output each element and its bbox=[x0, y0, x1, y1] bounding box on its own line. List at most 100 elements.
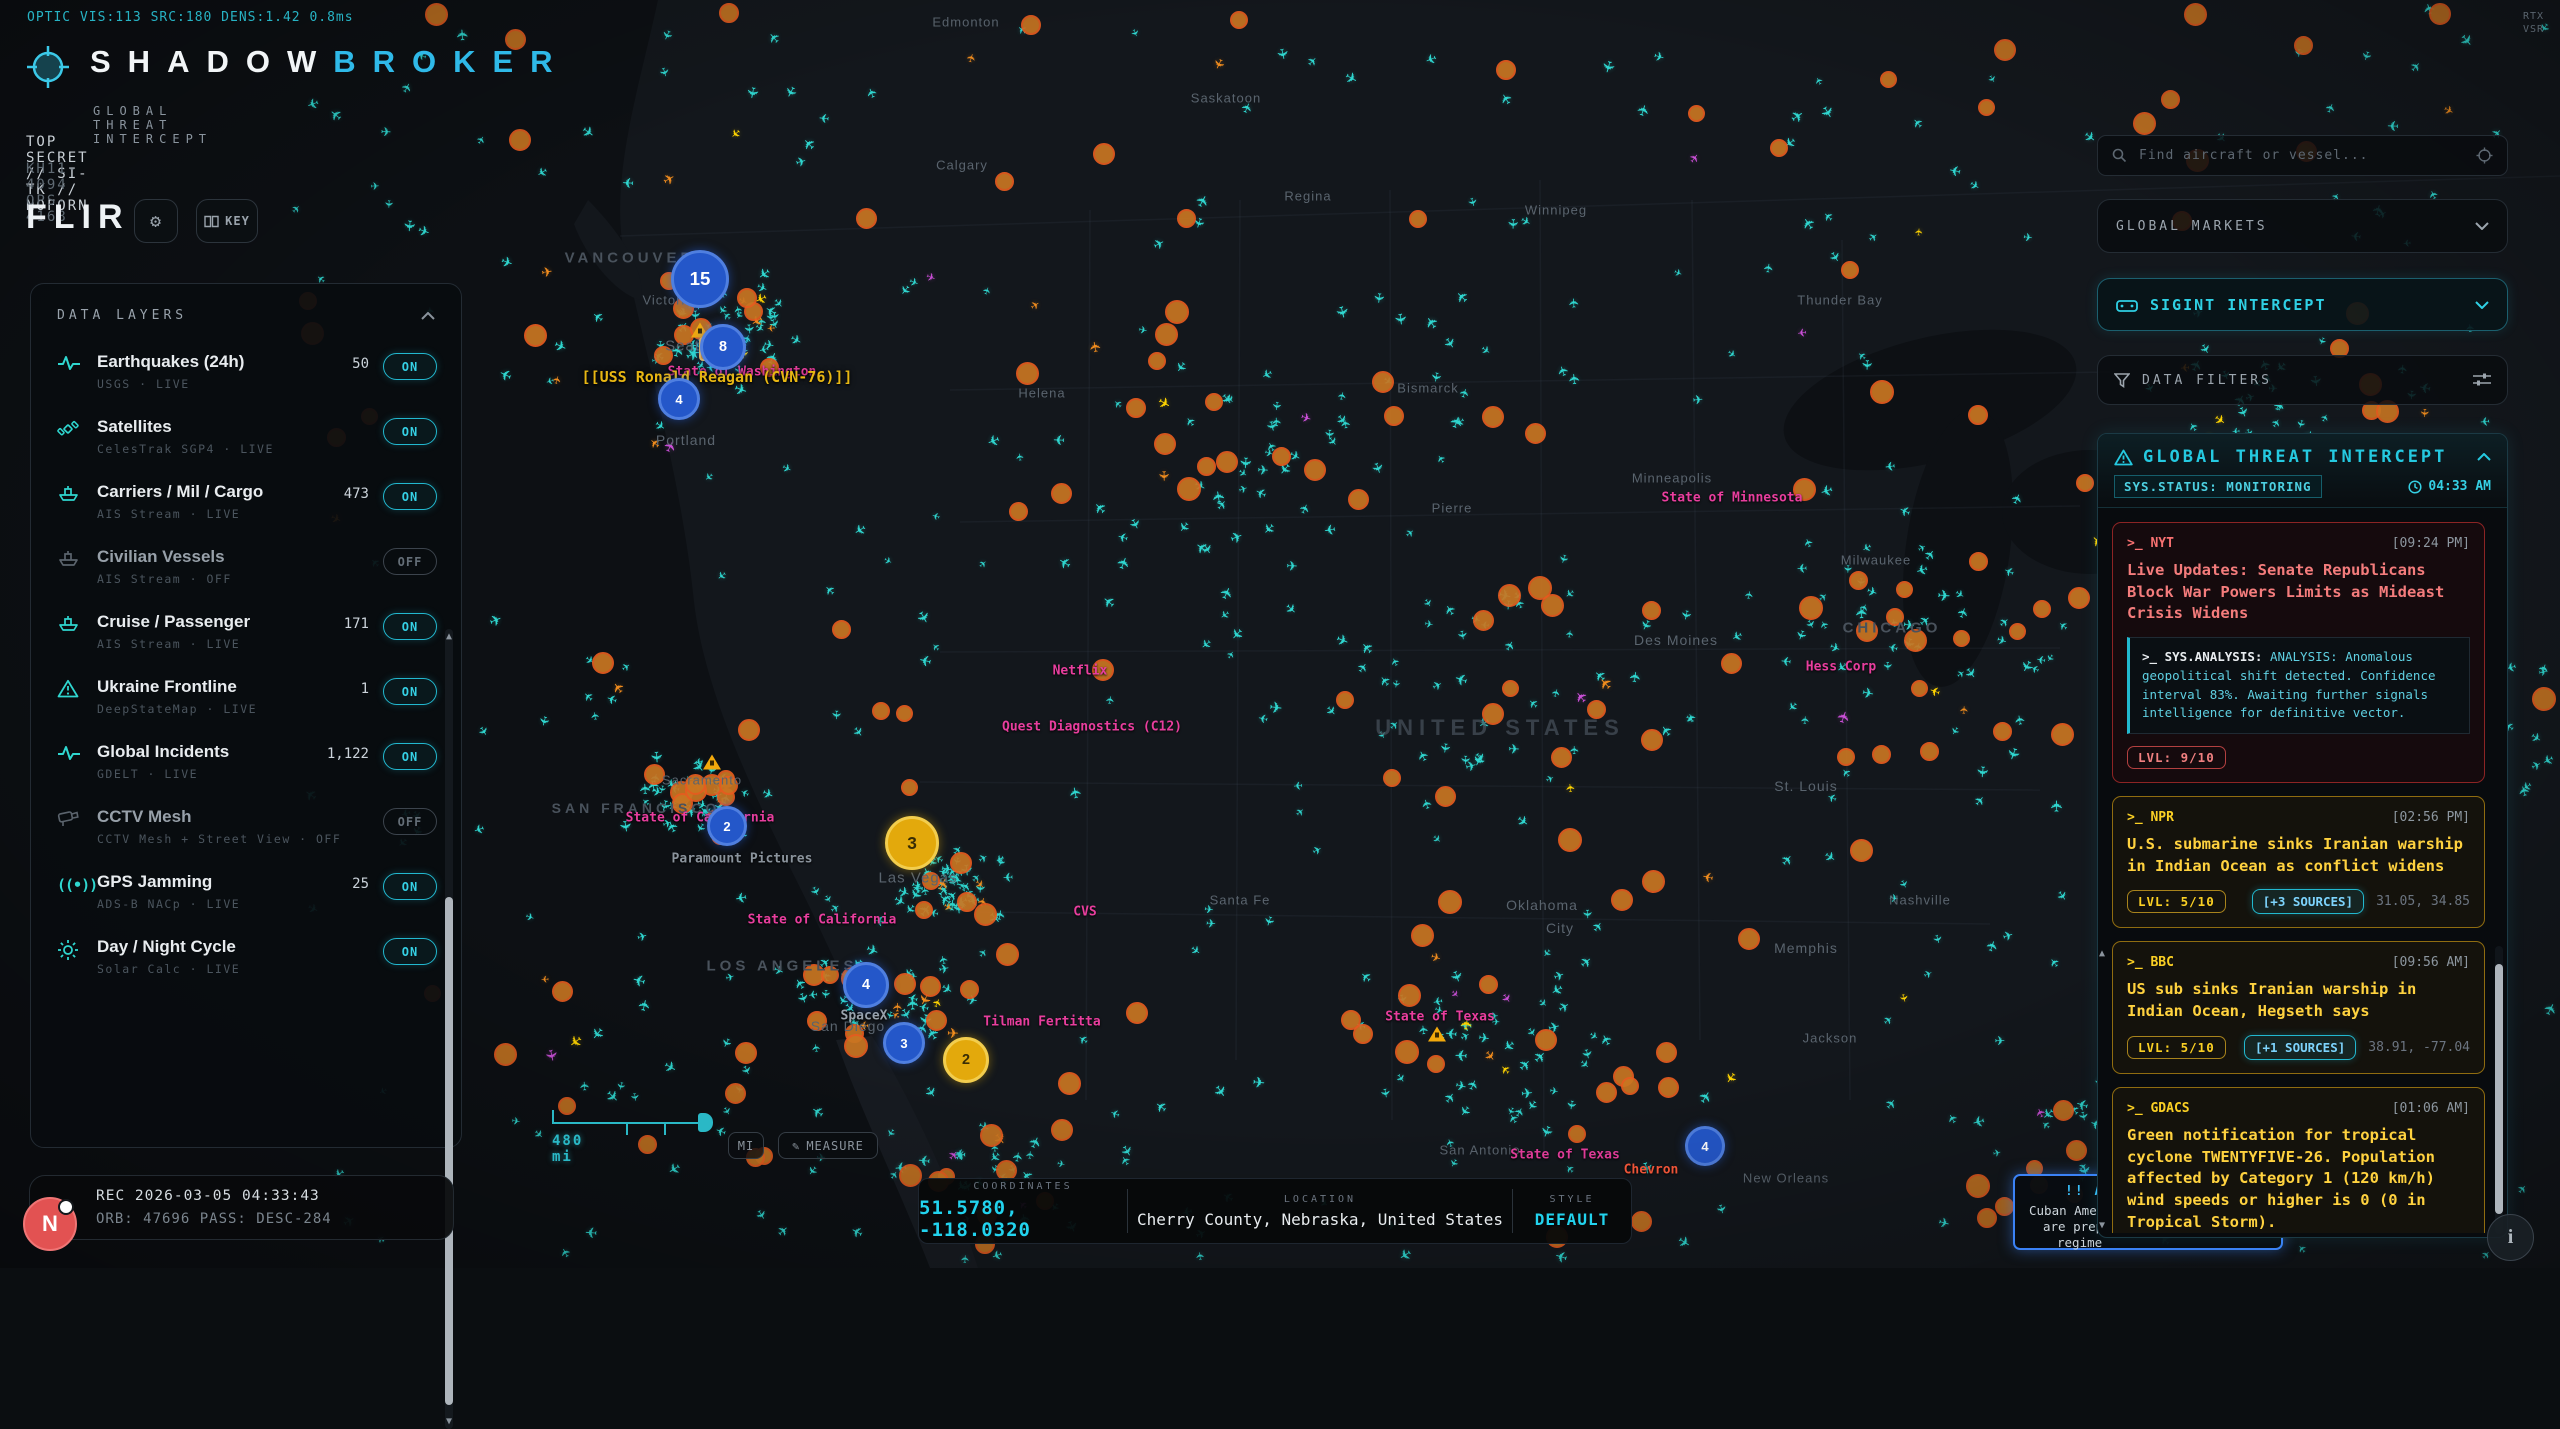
layer-source: AIS Stream · LIVE bbox=[97, 507, 338, 521]
key-button-label: KEY bbox=[225, 214, 250, 228]
units-toggle-button[interactable]: MI bbox=[728, 1132, 764, 1159]
cluster-marker[interactable]: 2 bbox=[943, 1037, 989, 1083]
warning-marker[interactable] bbox=[703, 755, 721, 770]
city-label: City bbox=[1546, 920, 1574, 936]
threat-feed-card-gdacs[interactable]: >_ GDACS[01:06 AM]Green notification for… bbox=[2112, 1087, 2485, 1233]
style-section[interactable]: STYLE DEFAULT bbox=[1513, 1179, 1631, 1243]
layer-title: Civilian Vessels bbox=[97, 547, 383, 567]
chevron-up-icon[interactable] bbox=[421, 312, 435, 320]
layer-row-civilian-vessels[interactable]: Civilian VesselsAIS Stream · OFFOFF bbox=[57, 534, 451, 599]
sliders-icon[interactable] bbox=[2473, 373, 2491, 387]
layer-row-ukraine-frontline[interactable]: Ukraine FrontlineDeepStateMap · LIVE1ON bbox=[57, 664, 451, 729]
cluster-marker[interactable]: 4 bbox=[1685, 1126, 1725, 1166]
cluster-marker[interactable]: 2 bbox=[707, 806, 747, 846]
scroll-up-icon[interactable]: ▲ bbox=[445, 631, 453, 642]
layer-toggle[interactable]: ON bbox=[383, 873, 437, 900]
threat-feed-card-bbc[interactable]: >_ BBC[09:56 AM]US sub sinks Iranian war… bbox=[2112, 941, 2485, 1073]
map-key-button[interactable]: KEY bbox=[196, 199, 258, 243]
global-markets-dropdown[interactable]: GLOBAL MARKETS bbox=[2097, 199, 2508, 253]
city-label: San Antonio bbox=[1439, 1143, 1520, 1158]
threat-panel-header[interactable]: GLOBAL THREAT INTERCEPT SYS.STATUS: MONI… bbox=[2098, 434, 2507, 507]
scroll-down-icon[interactable]: ▼ bbox=[445, 1416, 453, 1427]
clock-icon bbox=[2408, 480, 2422, 494]
city-label: Pierre bbox=[1432, 501, 1473, 516]
search-input[interactable] bbox=[2137, 147, 2466, 164]
layer-row-global-incidents[interactable]: Global IncidentsGDELT · LIVE1,122ON bbox=[57, 729, 451, 794]
layers-scrollbar[interactable]: ▲ ▼ bbox=[445, 629, 453, 1429]
cluster-marker[interactable]: 4 bbox=[658, 378, 700, 420]
sources-button[interactable]: [+1 SOURCES] bbox=[2244, 1035, 2356, 1060]
layer-toggle[interactable]: ON bbox=[383, 418, 437, 445]
layer-row-carriers-mil-cargo[interactable]: Carriers / Mil / CargoAIS Stream · LIVE4… bbox=[57, 469, 451, 534]
layer-row-gps-jamming[interactable]: ((•))GPS JammingADS-B NACp · LIVE25ON bbox=[57, 859, 451, 924]
city-label: Des Moines bbox=[1634, 632, 1718, 648]
data-filters-label: DATA FILTERS bbox=[2142, 373, 2461, 388]
layers-scroll-thumb[interactable] bbox=[445, 897, 453, 1405]
cluster-marker[interactable]: 3 bbox=[885, 816, 939, 870]
layer-toggle[interactable]: ON bbox=[383, 483, 437, 510]
layer-title: Global Incidents bbox=[97, 742, 321, 762]
settings-button[interactable]: ⚙ bbox=[134, 199, 178, 243]
card-source: >_ NYT bbox=[2127, 536, 2174, 551]
layer-toggle[interactable]: ON bbox=[383, 743, 437, 770]
data-layers-header: DATA LAYERS bbox=[31, 284, 461, 333]
coordinates-section: COORDINATES 51.5780, -118.0320 bbox=[919, 1179, 1127, 1243]
layer-title: Ukraine Frontline bbox=[97, 677, 355, 697]
signal-icon: ((•)) bbox=[57, 872, 97, 895]
sys-analysis-box: >_ SYS.ANALYSIS: ANALYSIS: Anomalous geo… bbox=[2127, 637, 2470, 734]
sigint-intercept-dropdown[interactable]: SIGINT INTERCEPT bbox=[2097, 278, 2508, 331]
layer-count: 1,122 bbox=[327, 746, 369, 762]
rec-timestamp: REC 2026-03-05 04:33:43 bbox=[96, 1188, 320, 1204]
pencil-icon: ✎ bbox=[792, 1139, 800, 1153]
poi-label: State of Texas bbox=[1510, 1148, 1620, 1163]
wave-icon bbox=[57, 742, 97, 762]
warning-marker[interactable] bbox=[1428, 1027, 1446, 1042]
info-button[interactable]: i bbox=[2487, 1214, 2534, 1261]
layer-toggle[interactable]: ON bbox=[383, 678, 437, 705]
layer-source: Solar Calc · LIVE bbox=[97, 962, 383, 976]
layer-toggle[interactable]: ON bbox=[383, 353, 437, 380]
layer-row-satellites[interactable]: SatellitesCelesTrak SGP4 · LIVEON bbox=[57, 404, 451, 469]
alert-tooltip-line: are prep bbox=[2043, 1219, 2103, 1234]
layer-row-earthquakes-24h[interactable]: Earthquakes (24h)USGS · LIVE50ON bbox=[57, 339, 451, 404]
scroll-up-icon[interactable]: ▲ bbox=[2098, 948, 2106, 959]
level-badge: LVL: 5/10 bbox=[2127, 890, 2226, 913]
app-subtitle: GLOBAL THREAT INTERCEPT bbox=[93, 104, 212, 146]
card-time: [02:56 PM] bbox=[2392, 810, 2470, 825]
layer-source: USGS · LIVE bbox=[97, 377, 346, 391]
threat-feed-card-npr[interactable]: >_ NPR[02:56 PM]U.S. submarine sinks Ira… bbox=[2112, 796, 2485, 928]
feed-scroll-thumb[interactable] bbox=[2495, 964, 2503, 1214]
city-label: CHICAGO bbox=[1843, 620, 1942, 637]
chevron-up-icon[interactable] bbox=[2477, 453, 2491, 461]
layer-row-cruise-passenger[interactable]: Cruise / PassengerAIS Stream · LIVE171ON bbox=[57, 599, 451, 664]
scale-tick bbox=[626, 1122, 628, 1135]
location-label: LOCATION bbox=[1284, 1194, 1356, 1205]
avatar[interactable]: N bbox=[23, 1197, 77, 1251]
cluster-marker[interactable]: 3 bbox=[883, 1022, 925, 1064]
cluster-marker[interactable]: 15 bbox=[671, 250, 729, 308]
layer-toggle[interactable]: OFF bbox=[383, 808, 437, 835]
data-filters-button[interactable]: DATA FILTERS bbox=[2097, 355, 2508, 405]
city-label: Santa Fe bbox=[1210, 893, 1271, 908]
threat-feed[interactable]: >_ NYT[09:24 PM]Live Updates: Senate Rep… bbox=[2098, 508, 2507, 1233]
layer-row-cctv-mesh[interactable]: CCTV MeshCCTV Mesh + Street View · OFFOF… bbox=[57, 794, 451, 859]
measure-button[interactable]: ✎ MEASURE bbox=[778, 1132, 878, 1159]
layer-toggle[interactable]: OFF bbox=[383, 548, 437, 575]
threat-feed-card-nyt[interactable]: >_ NYT[09:24 PM]Live Updates: Senate Rep… bbox=[2112, 522, 2485, 783]
poi-label: Tilman Fertitta bbox=[983, 1015, 1100, 1030]
layer-row-day-night-cycle[interactable]: Day / Night CycleSolar Calc · LIVEON bbox=[57, 924, 451, 989]
locate-target-icon[interactable] bbox=[2476, 147, 2493, 164]
layer-toggle[interactable]: ON bbox=[383, 938, 437, 965]
sources-button[interactable]: [+3 SOURCES] bbox=[2252, 889, 2364, 914]
card-time: [01:06 AM] bbox=[2392, 1101, 2470, 1116]
cluster-marker[interactable]: 8 bbox=[700, 324, 746, 370]
cluster-marker[interactable]: 4 bbox=[843, 962, 889, 1008]
scroll-down-icon[interactable]: ▼ bbox=[2098, 1220, 2106, 1231]
session-bar: N REC 2026-03-05 04:33:43 ORB: 47696 PAS… bbox=[29, 1175, 454, 1240]
search-box[interactable] bbox=[2097, 135, 2508, 176]
location-section: LOCATION Cherry County, Nebraska, United… bbox=[1128, 1179, 1512, 1243]
poi-label: State of California bbox=[748, 913, 897, 928]
city-label: Nashville bbox=[1889, 893, 1951, 908]
warn-icon bbox=[57, 677, 97, 698]
layer-toggle[interactable]: ON bbox=[383, 613, 437, 640]
